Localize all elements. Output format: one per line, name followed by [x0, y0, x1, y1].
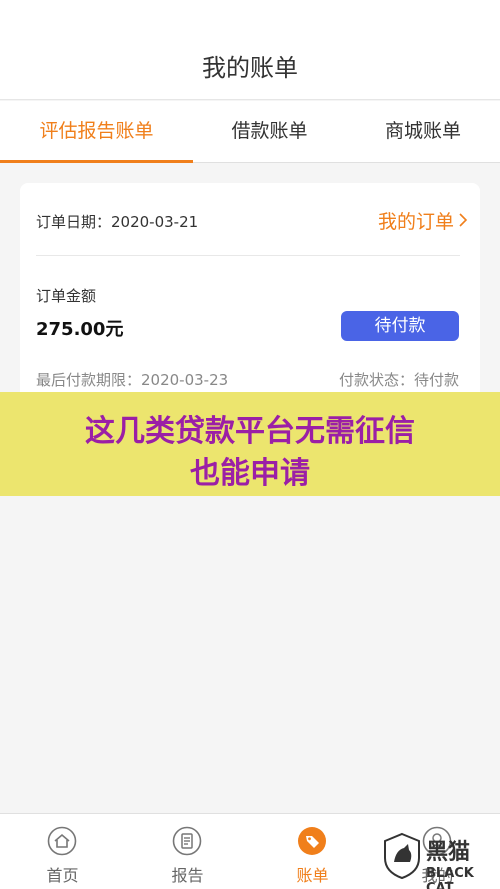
order-card: 订单日期：2020-03-21 我的订单 订单金额 275.00元 待付款 最后… [20, 183, 480, 413]
bill-tabs: 评估报告账单 借款账单 商城账单 [0, 101, 500, 163]
active-tab-indicator [0, 160, 193, 163]
nav-item-home[interactable]: 首页 [0, 814, 125, 889]
watermark-cn-text: 黑猫 [426, 840, 471, 865]
home-icon [47, 826, 77, 856]
black-cat-logo-icon [384, 832, 420, 880]
order-amount-value: 275.00元 [36, 319, 124, 340]
nav-label-home: 首页 [46, 866, 79, 885]
report-icon [172, 826, 202, 856]
page-title: 我的账单 [202, 54, 298, 82]
pending-payment-button[interactable]: 待付款 [341, 311, 459, 341]
tab-mall-bill[interactable]: 商城账单 [346, 101, 500, 163]
nav-item-report[interactable]: 报告 [125, 814, 250, 889]
chevron-right-icon[interactable] [456, 213, 470, 227]
nav-item-bill[interactable]: 账单 [250, 814, 375, 889]
my-order-link[interactable]: 我的订单 [378, 207, 454, 234]
title-bar: 我的账单 [0, 0, 500, 100]
card-divider [36, 255, 460, 256]
tab-assessment-report-bill[interactable]: 评估报告账单 [0, 101, 193, 163]
payment-deadline: 最后付款期限：2020-03-23 [36, 371, 229, 389]
order-amount-label: 订单金额 [36, 287, 97, 305]
overlay-headline-line1: 这几类贷款平台无需征信 [85, 414, 415, 449]
nav-label-report: 报告 [171, 866, 204, 885]
overlay-banner: 这几类贷款平台无需征信 也能申请 [0, 392, 500, 496]
order-date: 订单日期：2020-03-21 [36, 213, 199, 231]
payment-status: 付款状态：待付款 [338, 371, 459, 389]
overlay-headline-line2: 也能申请 [190, 456, 310, 491]
watermark-en-text: BLACK CAT [426, 866, 474, 889]
nav-label-bill: 账单 [296, 866, 329, 885]
black-cat-watermark: 黑猫 BLACK CAT [380, 828, 500, 889]
tab-loan-bill[interactable]: 借款账单 [193, 101, 346, 163]
bill-tag-icon [298, 827, 326, 855]
